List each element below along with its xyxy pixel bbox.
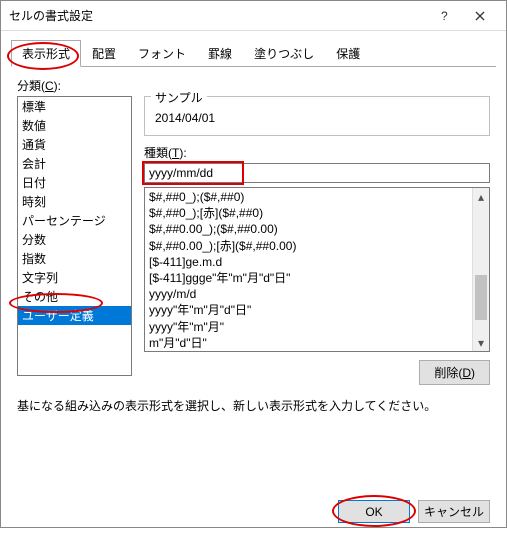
type-label: 種類(T): (144, 144, 490, 161)
list-item[interactable]: m"月"d"日" (149, 335, 468, 351)
scroll-track[interactable] (473, 205, 489, 334)
list-item-user-defined[interactable]: ユーザー定義 (18, 306, 131, 325)
sample-value: 2014/04/01 (155, 105, 479, 125)
list-item[interactable]: 数値 (18, 116, 131, 135)
tab-font[interactable]: フォント (127, 40, 197, 67)
svg-text:?: ? (441, 10, 448, 22)
list-item[interactable]: 指数 (18, 249, 131, 268)
category-listbox[interactable]: 標準 数値 通貨 会計 日付 時刻 パーセンテージ 分数 指数 文字列 その他 … (17, 96, 132, 376)
tab-label: 表示形式 (22, 47, 70, 61)
tab-label: フォント (138, 47, 186, 61)
type-input[interactable] (144, 163, 490, 183)
window-title: セルの書式設定 (9, 7, 426, 24)
scroll-thumb[interactable] (475, 275, 487, 320)
list-item[interactable]: yyyy"年"m"月"d"日" (149, 302, 468, 318)
scroll-down-icon[interactable]: ▾ (473, 334, 489, 351)
scroll-up-icon[interactable]: ▴ (473, 188, 489, 205)
list-item[interactable]: [$-411]ggge"年"m"月"d"日" (149, 270, 468, 286)
list-item[interactable]: 会計 (18, 154, 131, 173)
title-bar: セルの書式設定 ? (1, 1, 506, 31)
cancel-button[interactable]: キャンセル (418, 500, 490, 523)
tab-alignment[interactable]: 配置 (81, 40, 127, 67)
list-item[interactable]: $#,##0.00_);[赤]($#,##0.00) (149, 238, 468, 254)
tab-label: 配置 (92, 47, 116, 61)
tab-number-format[interactable]: 表示形式 (11, 40, 81, 67)
category-label: 分類(C): (17, 77, 490, 94)
list-item[interactable]: 通貨 (18, 135, 131, 154)
format-listbox[interactable]: $#,##0_);($#,##0) $#,##0_);[赤]($#,##0) $… (144, 187, 490, 352)
ok-button[interactable]: OK (338, 500, 410, 523)
tab-border[interactable]: 罫線 (197, 40, 243, 67)
list-item[interactable]: [$-411]ge.m.d (149, 254, 468, 270)
sample-group: サンプル 2014/04/01 (144, 96, 490, 136)
close-button[interactable] (462, 4, 498, 28)
list-item[interactable]: 日付 (18, 173, 131, 192)
list-item[interactable]: 標準 (18, 97, 131, 116)
dialog-footer: OK キャンセル (338, 500, 490, 523)
list-item[interactable]: $#,##0.00_);($#,##0.00) (149, 221, 468, 237)
tab-strip: 表示形式 配置 フォント 罫線 塗りつぶし 保護 (11, 39, 496, 67)
list-item[interactable]: yyyy"年"m"月" (149, 319, 468, 335)
list-item[interactable]: 時刻 (18, 192, 131, 211)
list-item[interactable]: $#,##0_);($#,##0) (149, 189, 468, 205)
tab-protection[interactable]: 保護 (325, 40, 371, 67)
delete-button[interactable]: 削除(D) (419, 360, 490, 385)
sample-label: サンプル (151, 89, 207, 106)
help-button[interactable]: ? (426, 4, 462, 28)
tab-label: 保護 (336, 47, 360, 61)
list-item[interactable]: yyyy/m/d (149, 286, 468, 302)
list-item[interactable]: m/d/yy (149, 351, 468, 352)
list-item[interactable]: その他 (18, 287, 131, 306)
list-item[interactable]: $#,##0_);[赤]($#,##0) (149, 205, 468, 221)
tab-fill[interactable]: 塗りつぶし (243, 40, 325, 67)
scrollbar[interactable]: ▴ ▾ (472, 188, 489, 351)
hint-text: 基になる組み込みの表示形式を選択し、新しい表示形式を入力してください。 (17, 397, 490, 414)
list-item[interactable]: 分数 (18, 230, 131, 249)
list-item[interactable]: 文字列 (18, 268, 131, 287)
tab-label: 罫線 (208, 47, 232, 61)
list-item[interactable]: パーセンテージ (18, 211, 131, 230)
tab-label: 塗りつぶし (254, 47, 314, 61)
